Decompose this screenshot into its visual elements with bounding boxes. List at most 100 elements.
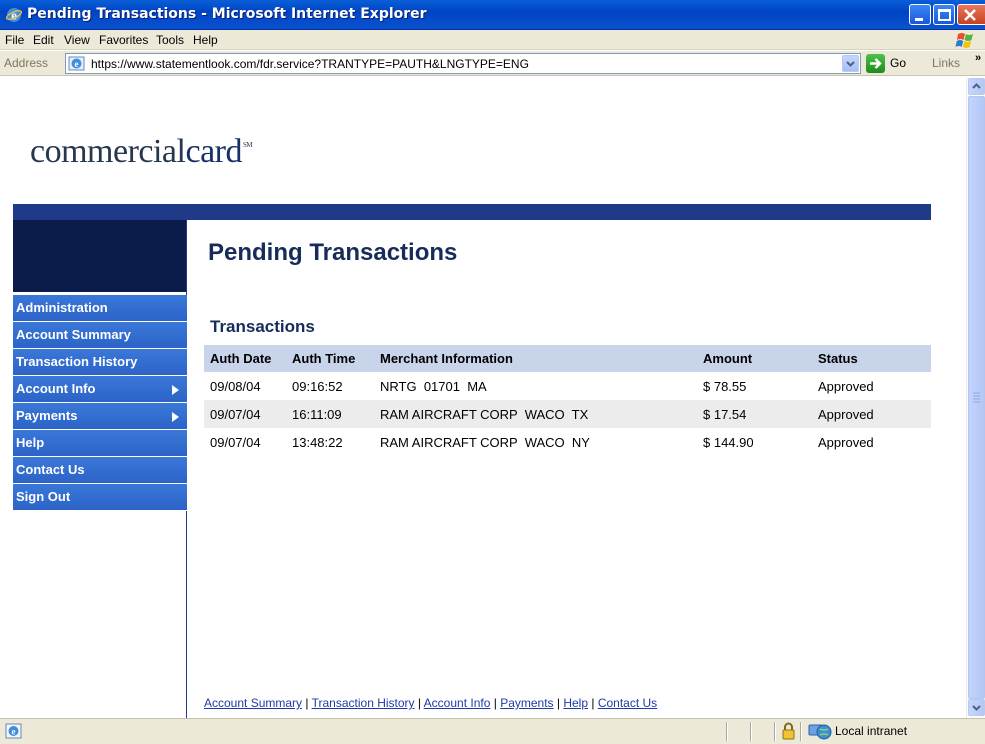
maximize-button[interactable] bbox=[933, 4, 955, 25]
table-row: 09/07/04 13:48:22 RAM AIRCRAFT CORP WACO… bbox=[204, 428, 931, 456]
menu-bar: File Edit View Favorites Tools Help bbox=[0, 30, 985, 50]
menu-favorites[interactable]: Favorites bbox=[99, 33, 148, 47]
svg-text:e: e bbox=[11, 8, 17, 23]
sidebar-item-administration[interactable]: Administration bbox=[13, 295, 187, 322]
side-navigation: Administration Account Summary Transaction… bbox=[13, 295, 187, 511]
minimize-button[interactable] bbox=[909, 4, 931, 25]
section-title: Transactions bbox=[210, 317, 315, 336]
address-dropdown-button[interactable] bbox=[842, 55, 859, 72]
menu-edit[interactable]: Edit bbox=[33, 33, 54, 47]
security-zone-label: Local intranet bbox=[835, 724, 908, 738]
footer-link-contact-us[interactable]: Contact Us bbox=[598, 696, 657, 710]
footer-separator: | bbox=[588, 696, 598, 710]
status-separator bbox=[800, 722, 802, 741]
column-header: Auth Date bbox=[204, 345, 286, 372]
scroll-down-button[interactable] bbox=[968, 699, 985, 716]
commercialcard-logo: commercialcardSM bbox=[30, 133, 253, 171]
links-chevron-icon[interactable]: » bbox=[975, 52, 981, 64]
cell-auth-time: 16:11:09 bbox=[286, 400, 374, 428]
go-label: Go bbox=[890, 56, 907, 70]
cell-amount: $ 78.55 bbox=[703, 378, 747, 394]
footer-separator: | bbox=[414, 696, 424, 710]
cell-status: Approved bbox=[818, 378, 874, 394]
address-label: Address bbox=[4, 56, 49, 70]
sidebar-item-sign-out[interactable]: Sign Out bbox=[13, 484, 187, 511]
chevron-up-icon bbox=[972, 83, 981, 89]
footer-link-help[interactable]: Help bbox=[563, 696, 588, 710]
menu-view[interactable]: View bbox=[64, 33, 90, 47]
chevron-down-icon bbox=[846, 61, 855, 67]
sidebar-item-payments[interactable]: Payments bbox=[13, 403, 187, 430]
globe-intranet-icon bbox=[808, 724, 832, 740]
go-button[interactable]: Go bbox=[866, 54, 916, 73]
vertical-scrollbar[interactable] bbox=[966, 77, 985, 718]
cell-status: Approved bbox=[812, 400, 931, 428]
footer-separator: | bbox=[490, 696, 501, 710]
ie-page-icon: e bbox=[68, 56, 85, 71]
page-viewport: commercialcardSM Administration Account S… bbox=[4, 77, 966, 718]
nav-header-block bbox=[13, 220, 187, 292]
grip-icon bbox=[973, 392, 980, 403]
sidebar-item-account-info[interactable]: Account Info bbox=[13, 376, 187, 403]
cell-status: Approved bbox=[818, 434, 874, 450]
sidebar-item-contact-us[interactable]: Contact Us bbox=[13, 457, 187, 484]
address-input[interactable]: e https://www.statementlook.com/fdr.serv… bbox=[65, 53, 861, 74]
submenu-arrow-icon bbox=[172, 412, 179, 422]
sidebar-item-label: Administration bbox=[16, 300, 108, 315]
sidebar-item-label: Account Summary bbox=[16, 327, 131, 342]
header-band bbox=[13, 204, 931, 220]
cell-merchant: NRTG 01701 MA bbox=[380, 378, 487, 394]
address-url: https://www.statementlook.com/fdr.servic… bbox=[91, 57, 529, 71]
minimize-icon bbox=[915, 18, 923, 21]
cell-amount: $ 17.54 bbox=[697, 400, 812, 428]
close-button[interactable] bbox=[957, 4, 985, 25]
cell-auth-time: 09:16:52 bbox=[292, 378, 343, 394]
title-bar: e Pending Transactions - Microsoft Inter… bbox=[0, 0, 985, 30]
menu-help[interactable]: Help bbox=[193, 33, 218, 47]
page-title: Pending Transactions bbox=[208, 239, 458, 266]
footer-link-payments[interactable]: Payments bbox=[500, 696, 553, 710]
sidebar-item-label: Sign Out bbox=[16, 489, 71, 504]
go-arrow-icon bbox=[866, 54, 885, 73]
svg-text:e: e bbox=[12, 727, 16, 737]
window-title: Pending Transactions - Microsoft Interne… bbox=[27, 6, 427, 22]
padlock-icon[interactable] bbox=[781, 722, 796, 740]
cell-auth-date: 09/07/04 bbox=[210, 434, 261, 450]
footer-separator: | bbox=[553, 696, 564, 710]
scroll-thumb[interactable] bbox=[968, 96, 985, 699]
status-bar: e Local intranet bbox=[0, 718, 985, 744]
menu-file[interactable]: File bbox=[5, 33, 24, 47]
address-bar: Address e https://www.statementlook.com/… bbox=[0, 51, 985, 76]
menu-tools[interactable]: Tools bbox=[156, 33, 184, 47]
browser-window: e Pending Transactions - Microsoft Inter… bbox=[0, 0, 985, 744]
links-label[interactable]: Links bbox=[932, 56, 960, 70]
table-row: 09/08/04 09:16:52 NRTG 01701 MA $ 78.55 … bbox=[204, 372, 931, 400]
scroll-up-button[interactable] bbox=[968, 78, 985, 95]
transactions-table: Auth Date Auth Time Merchant Information… bbox=[204, 345, 931, 456]
footer-link-account-summary[interactable]: Account Summary bbox=[204, 696, 302, 710]
chevron-down-icon bbox=[972, 705, 981, 711]
sidebar-item-help[interactable]: Help bbox=[13, 430, 187, 457]
status-separator bbox=[726, 722, 728, 741]
sidebar-item-label: Account Info bbox=[16, 381, 96, 396]
sidebar-item-label: Transaction History bbox=[16, 354, 138, 369]
logo-text-part1: commercial bbox=[30, 133, 186, 170]
cell-auth-time: 13:48:22 bbox=[292, 434, 343, 450]
cell-auth-date: 09/07/04 bbox=[204, 400, 286, 428]
column-header: Amount bbox=[697, 345, 812, 372]
close-icon bbox=[964, 9, 976, 21]
column-header: Status bbox=[812, 345, 931, 372]
sidebar-item-label: Help bbox=[16, 435, 45, 450]
sidebar-item-transaction-history[interactable]: Transaction History bbox=[13, 349, 187, 376]
column-header: Merchant Information bbox=[374, 345, 697, 372]
ie-icon: e bbox=[6, 8, 22, 23]
footer-link-transaction-history[interactable]: Transaction History bbox=[312, 696, 415, 710]
footer-links: Account Summary | Transaction History | … bbox=[204, 696, 657, 710]
sidebar-item-account-summary[interactable]: Account Summary bbox=[13, 322, 187, 349]
logo-text-part2: card bbox=[185, 133, 242, 170]
footer-link-account-info[interactable]: Account Info bbox=[424, 696, 491, 710]
column-header: Auth Time bbox=[286, 345, 374, 372]
status-separator bbox=[750, 722, 752, 741]
table-row: 09/07/04 16:11:09 RAM AIRCRAFT CORP WACO… bbox=[204, 400, 931, 428]
cell-amount: $ 144.90 bbox=[703, 434, 754, 450]
